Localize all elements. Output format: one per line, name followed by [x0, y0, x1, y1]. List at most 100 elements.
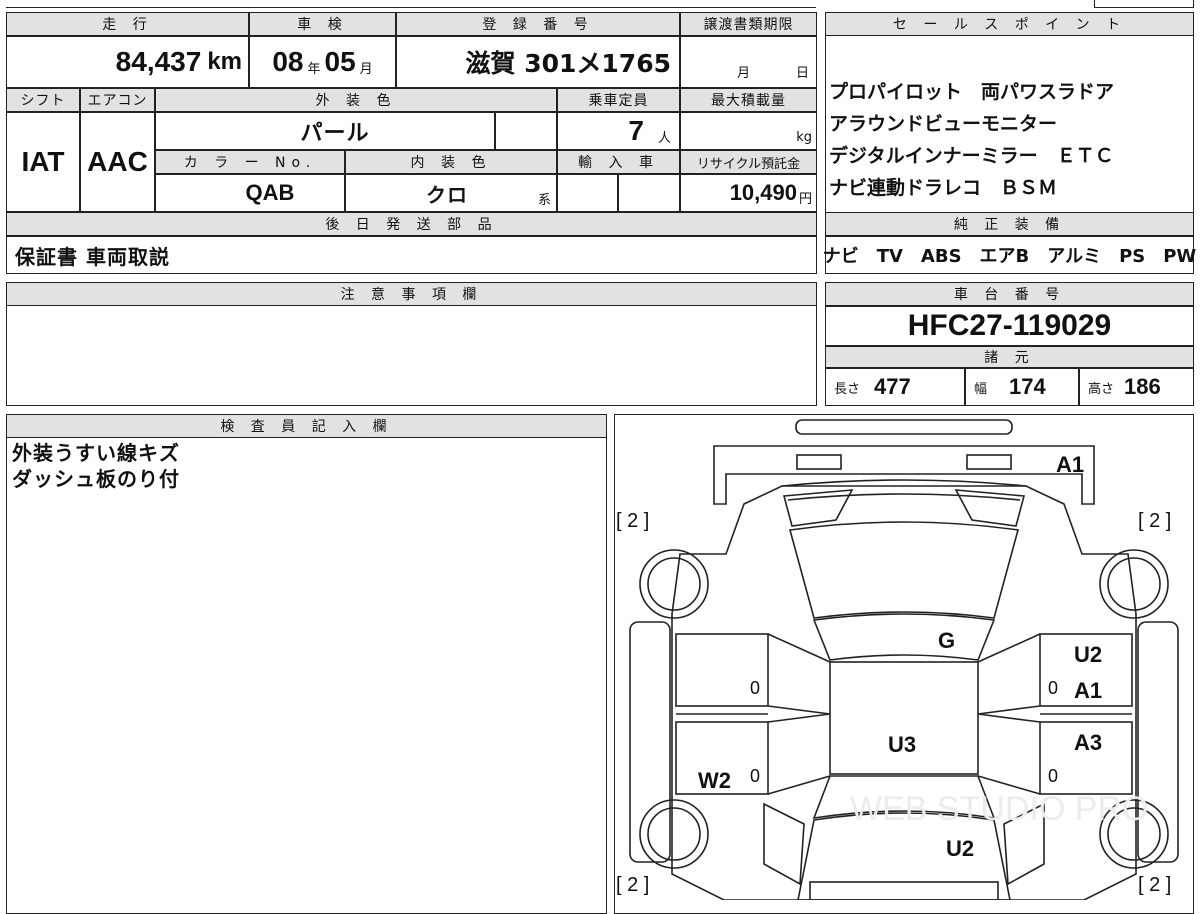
- tire-mark-front-left: [ 2 ]: [616, 510, 650, 532]
- spec-width-cell: 幅 174: [965, 368, 1079, 406]
- tire-mark-front-right: [ 2 ]: [1138, 510, 1172, 532]
- damage-right-front-2: A1: [1074, 678, 1103, 703]
- recycle-unit: 円: [798, 191, 812, 207]
- zero-mark: 0: [1048, 766, 1059, 786]
- mileage-header: 走 行: [6, 12, 249, 36]
- sales-point-list: プロパイロット 両パワスラドア アラウンドビューモニター デジタルインナーミラー…: [829, 76, 1191, 204]
- right-pillar-lines: [977, 633, 1041, 795]
- spec-length-value: 477: [874, 374, 911, 399]
- capacity-header: 乗車定員: [557, 88, 680, 112]
- spec-length-cell: 長さ 477: [825, 368, 965, 406]
- recycle-value: 10,490: [729, 180, 797, 205]
- sales-point-item: ナビ連動ドラレコ ＢＳＭ: [829, 177, 1058, 199]
- inspection-month: 05: [324, 46, 356, 77]
- spec-length-label: 長さ: [834, 381, 861, 397]
- top-edge-strip: [6, 0, 816, 8]
- rear-bumper: [809, 881, 999, 900]
- chassis-cell: HFC27-119029: [825, 306, 1194, 346]
- damage-right-rear: A3: [1074, 730, 1103, 755]
- inspection-month-unit: 月: [359, 61, 373, 77]
- damage-right-front-1: U2: [1074, 642, 1103, 667]
- import-header: 輸 入 車: [557, 150, 680, 174]
- hood-line-inner: [787, 493, 1021, 501]
- capacity-unit: 人: [657, 130, 671, 146]
- wheel-front-left: [639, 549, 709, 619]
- tire-mark-rear-right: [ 2 ]: [1138, 874, 1172, 896]
- color-no-header: カ ラ ー No.: [155, 150, 345, 174]
- interior-color-unit: 系: [538, 192, 552, 208]
- inspector-note-line: 外装うすい線キズ: [12, 441, 180, 465]
- inspection-cell: 08 年 05 月: [249, 36, 396, 88]
- import-cell-a: [557, 174, 618, 212]
- spec-width-value: 174: [1009, 374, 1046, 399]
- inspection-header: 車 検: [249, 12, 396, 36]
- chassis-value: HFC27-119029: [907, 309, 1112, 342]
- max-load-cell: kg: [680, 112, 817, 150]
- damage-windshield: G: [938, 628, 956, 653]
- equipment-cell: ナビ TV ABS エアB アルミ PS PW: [822, 236, 1197, 274]
- color-no-value: QAB: [245, 180, 295, 205]
- exterior-color-header: 外 装 色: [155, 88, 557, 112]
- inspector-note-line: ダッシュ板のり付: [12, 467, 180, 491]
- inspection-year: 08: [272, 46, 304, 77]
- damage-rear: U2: [946, 836, 975, 861]
- transfer-day-unit: 日: [796, 66, 810, 81]
- recycle-header: リサイクル預託金: [680, 150, 817, 174]
- zero-mark: 0: [750, 678, 761, 698]
- recycle-cell: 10,490 円: [680, 174, 817, 212]
- inspector-header: 検 査 員 記 入 欄: [6, 414, 607, 438]
- later-parts-cell: 保証書 車両取説: [6, 236, 817, 274]
- exterior-color-extra-cell: [495, 112, 557, 150]
- max-load-header: 最大積載量: [680, 88, 817, 112]
- capacity-value: 7: [628, 115, 644, 146]
- body-outline: [671, 485, 1137, 900]
- later-parts-value: 保証書 車両取説: [15, 244, 170, 269]
- sales-point-item: プロパイロット 両パワスラドア: [829, 81, 1115, 103]
- sales-point-header: セ ー ル ス ポ イ ン ト: [825, 12, 1194, 36]
- transfer-month-unit: 月: [737, 66, 751, 81]
- wheel-rear-left: [639, 799, 709, 869]
- specs-header: 諸 元: [825, 346, 1194, 368]
- dash-panel: [812, 613, 996, 661]
- interior-color-value: クロ: [426, 182, 468, 207]
- left-pillar-lines: [767, 633, 831, 795]
- reg-number-value: 滋賀 301メ1765: [465, 49, 671, 78]
- ac-cell: AAC: [80, 112, 155, 212]
- spec-width-label: 幅: [974, 381, 988, 397]
- zero-mark: 0: [750, 766, 761, 786]
- exterior-color-cell: パール: [155, 112, 495, 150]
- wheel-front-right: [1099, 549, 1169, 619]
- mileage-cell: 84,437 km: [6, 36, 249, 88]
- max-load-unit: kg: [796, 130, 812, 145]
- mileage-unit: km: [207, 48, 242, 75]
- import-cell-b: [618, 174, 680, 212]
- equipment-value: ナビ TV ABS エアB アルミ PS PW: [822, 246, 1197, 267]
- front-top-bar: [795, 419, 1013, 435]
- ac-header: エアコン: [80, 88, 155, 112]
- windshield: [788, 521, 1020, 619]
- shift-value: IAT: [21, 146, 65, 177]
- capacity-cell: 7 人: [557, 112, 680, 150]
- wheel-rear-left-inner: [647, 807, 701, 861]
- spec-height-cell: 高さ 186: [1079, 368, 1194, 406]
- front-bumper-slot-left: [796, 454, 842, 470]
- equipment-header: 純 正 装 備: [825, 212, 1194, 236]
- transfer-deadline-header: 譲渡書類期限: [680, 12, 817, 36]
- spec-height-label: 高さ: [1088, 381, 1115, 397]
- hood-line: [781, 479, 1027, 487]
- notes-value: [12, 312, 812, 402]
- notes-header: 注 意 事 項 欄: [6, 282, 817, 306]
- shift-cell: IAT: [6, 112, 80, 212]
- inspection-year-unit: 年: [307, 61, 321, 77]
- later-parts-header: 後 日 発 送 部 品: [6, 212, 817, 236]
- mileage-value: 84,437: [115, 46, 202, 77]
- color-no-cell: QAB: [155, 174, 345, 212]
- shift-header: シフト: [6, 88, 80, 112]
- sales-point-item: アラウンドビューモニター: [829, 113, 1058, 135]
- front-bumper: [713, 445, 1095, 505]
- inspector-notes: 外装うすい線キズ ダッシュ板のり付: [12, 440, 602, 492]
- front-bumper-slot-right: [966, 454, 1012, 470]
- damage-rear-left: W2: [698, 768, 731, 793]
- interior-color-cell: クロ 系: [345, 174, 557, 212]
- interior-color-header: 内 装 色: [345, 150, 557, 174]
